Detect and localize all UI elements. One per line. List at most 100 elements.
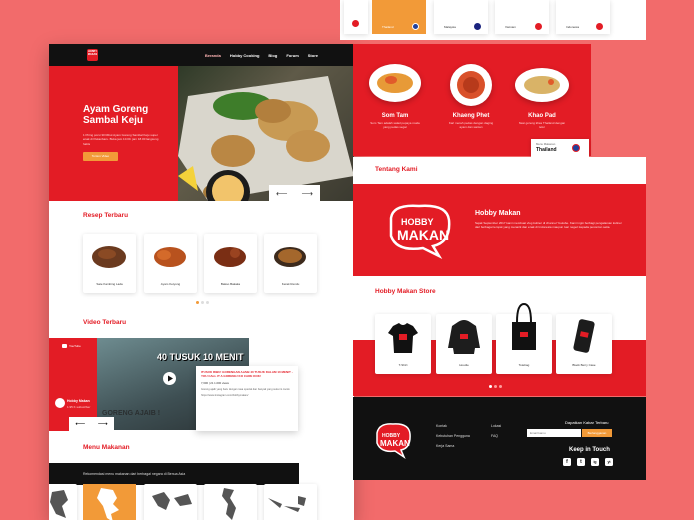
about-text: Sejak September 2017 kami membuat vlog k… bbox=[475, 221, 622, 230]
dish-plate[interactable] bbox=[369, 64, 421, 102]
menu-subtitle-strip: Rekomendasi menu makanan dari berbagai n… bbox=[49, 463, 299, 485]
country-card[interactable] bbox=[144, 484, 197, 520]
video-overlay-subtitle: GORENG AJAIB ! bbox=[102, 410, 161, 417]
video-views: 7,600 | 21 1.000 views bbox=[201, 381, 229, 385]
logo[interactable]: HOBBY MAKAN bbox=[87, 49, 98, 61]
flag-icon bbox=[352, 20, 359, 27]
phone-case-icon bbox=[573, 319, 595, 353]
hobby-makan-logo-icon: HOBBY MAKAN bbox=[376, 423, 411, 460]
footer-link-kerja-sama[interactable]: Kerja Sama bbox=[436, 444, 470, 448]
footer: HOBBY MAKAN Kontak Kebutuhan Pengguna Ke… bbox=[353, 397, 646, 480]
hobby-makan-logo-icon: HOBBY MAKAN bbox=[389, 204, 451, 260]
twitter-icon[interactable]: t bbox=[577, 458, 585, 466]
menu-section-title: Menu Makanan bbox=[83, 444, 130, 451]
recipe-name: Bakso Bakaka bbox=[220, 282, 241, 286]
channel-subscribers: 1.95 K subscriber bbox=[67, 405, 91, 409]
newsletter-email-input[interactable] bbox=[527, 429, 581, 437]
footer-link-kontak[interactable]: Kontak bbox=[436, 424, 470, 428]
product-name: Totebag bbox=[518, 363, 530, 367]
video-headline: ITUSUK RIBU! GORENGAN AJAIB 40 TUSUK DAL… bbox=[201, 370, 293, 378]
facebook-icon[interactable]: f bbox=[563, 458, 571, 466]
video-next-button[interactable]: ⟶ bbox=[98, 420, 108, 428]
newsletter-label: Dapatkan Kabar Terbaru bbox=[565, 420, 609, 425]
play-icon bbox=[168, 375, 173, 382]
country-map-icon bbox=[50, 490, 68, 518]
hero-next-button[interactable]: ⟶ bbox=[302, 189, 313, 198]
country-selector[interactable]: Menu Makanan Thailand bbox=[531, 139, 589, 157]
product-card[interactable]: Hoodie bbox=[436, 314, 492, 374]
dish-name: Khao Pad bbox=[528, 113, 556, 119]
subscribe-button[interactable]: Berlangganan bbox=[582, 429, 612, 437]
product-name: T-Shirt bbox=[398, 363, 408, 367]
store-pagination-dots[interactable] bbox=[489, 385, 502, 388]
dish-description: Kari merah pedas dengan daging ayam dan … bbox=[448, 121, 494, 129]
menu-subtitle: Rekomendasi menu makanan dari berbagai n… bbox=[83, 472, 186, 476]
homepage-mockup: HOBBY MAKAN Beranda Hobby Cooking Blog F… bbox=[49, 44, 354, 520]
country-card[interactable] bbox=[49, 484, 77, 520]
top-navbar: HOBBY MAKAN Beranda Hobby Cooking Blog F… bbox=[49, 44, 354, 66]
flag-icon bbox=[535, 23, 542, 30]
bakso-image bbox=[214, 247, 246, 267]
nav-links: Beranda Hobby Cooking Blog Forum Store bbox=[205, 53, 318, 58]
video-carousel-controls: ⟵ ⟶ bbox=[69, 417, 114, 431]
country-card-active[interactable]: Thailand bbox=[372, 0, 426, 34]
watch-video-button[interactable]: Tonton Video bbox=[83, 152, 118, 161]
country-card[interactable] bbox=[264, 484, 317, 520]
chicken-image bbox=[154, 247, 186, 267]
instagram-icon[interactable]: ig bbox=[591, 458, 599, 466]
footer-link-lokasi[interactable]: Lokasi bbox=[491, 424, 501, 428]
country-name: Vietnam bbox=[505, 25, 516, 29]
country-card[interactable]: Vietnam bbox=[495, 0, 549, 34]
video-prev-button[interactable]: ⟵ bbox=[75, 420, 85, 428]
som-tam-image bbox=[377, 73, 413, 93]
hero-food-image bbox=[178, 66, 354, 201]
recipe-pagination-dots[interactable] bbox=[196, 301, 209, 304]
nav-link-hobby-cooking[interactable]: Hobby Cooking bbox=[230, 53, 260, 58]
about-band: HOBBY MAKAN Hobby Makan Sejak September … bbox=[353, 184, 646, 276]
recipe-card[interactable]: Bakso Bakaka bbox=[204, 234, 257, 293]
flag-icon bbox=[474, 23, 481, 30]
play-button[interactable] bbox=[163, 372, 176, 385]
nav-link-beranda[interactable]: Beranda bbox=[205, 53, 221, 58]
recipe-card[interactable]: Ayam Ketyung bbox=[144, 234, 197, 293]
recipe-card[interactable]: Kerak Rendu bbox=[264, 234, 317, 293]
footer-link-kebutuhan[interactable]: Kebutuhan Pengguna bbox=[436, 434, 470, 438]
video-section-title: Video Terbaru bbox=[83, 319, 127, 326]
khao-pad-image bbox=[524, 76, 560, 94]
video-link[interactable]: https://www.instagram.com/hobbymakan/ bbox=[201, 394, 293, 397]
country-name: Indonesia bbox=[566, 25, 580, 29]
country-name: Malaysia bbox=[444, 25, 456, 29]
recipes-section-title: Resep Terbaru bbox=[83, 212, 129, 219]
product-name: Hoodie bbox=[459, 363, 469, 367]
country-selector-label: Menu Makanan bbox=[536, 142, 556, 146]
footer-link-faq[interactable]: FAQ bbox=[491, 434, 501, 438]
svg-text:MAKAN: MAKAN bbox=[397, 227, 449, 243]
video-overlay-title: 40 TUSUK 10 MENIT bbox=[157, 352, 244, 362]
hero-title: Ayam Goreng Sambal Keju bbox=[83, 104, 149, 126]
nav-link-store[interactable]: Store bbox=[308, 53, 318, 58]
recipe-card[interactable]: Sate Kambing Lada bbox=[83, 234, 136, 293]
about-section-title: Tentang Kami bbox=[375, 166, 418, 173]
hero-prev-button[interactable]: ⟵ bbox=[276, 189, 287, 198]
logo-text: HOBBY MAKAN bbox=[87, 50, 98, 56]
dish-plate[interactable] bbox=[515, 68, 569, 102]
footer-logo[interactable]: HOBBY MAKAN bbox=[373, 419, 413, 460]
video-body: Goreng ajaib yang baru dengan rasa speci… bbox=[201, 388, 291, 391]
thailand-map-icon bbox=[97, 488, 119, 520]
country-card[interactable]: Indonesia bbox=[556, 0, 610, 34]
product-name: Black Berry Case bbox=[572, 363, 596, 367]
country-card[interactable] bbox=[204, 484, 257, 520]
country-card[interactable]: Malaysia bbox=[434, 0, 488, 34]
youtube-icon[interactable]: yt bbox=[605, 458, 613, 466]
nav-link-blog[interactable]: Blog bbox=[268, 53, 277, 58]
dish-plate[interactable] bbox=[450, 64, 492, 106]
totebag-icon bbox=[512, 302, 536, 350]
country-card-active[interactable] bbox=[83, 484, 136, 520]
product-card[interactable]: T-Shirt bbox=[375, 314, 431, 374]
product-card[interactable]: Totebag bbox=[496, 302, 552, 374]
video-description-card: ITUSUK RIBU! GORENGAN AJAIB 40 TUSUK DAL… bbox=[196, 366, 298, 431]
country-card[interactable] bbox=[344, 0, 368, 34]
nav-link-forum[interactable]: Forum bbox=[286, 53, 298, 58]
vietnam-map-icon bbox=[222, 488, 236, 520]
product-card[interactable]: Black Berry Case bbox=[556, 314, 612, 374]
